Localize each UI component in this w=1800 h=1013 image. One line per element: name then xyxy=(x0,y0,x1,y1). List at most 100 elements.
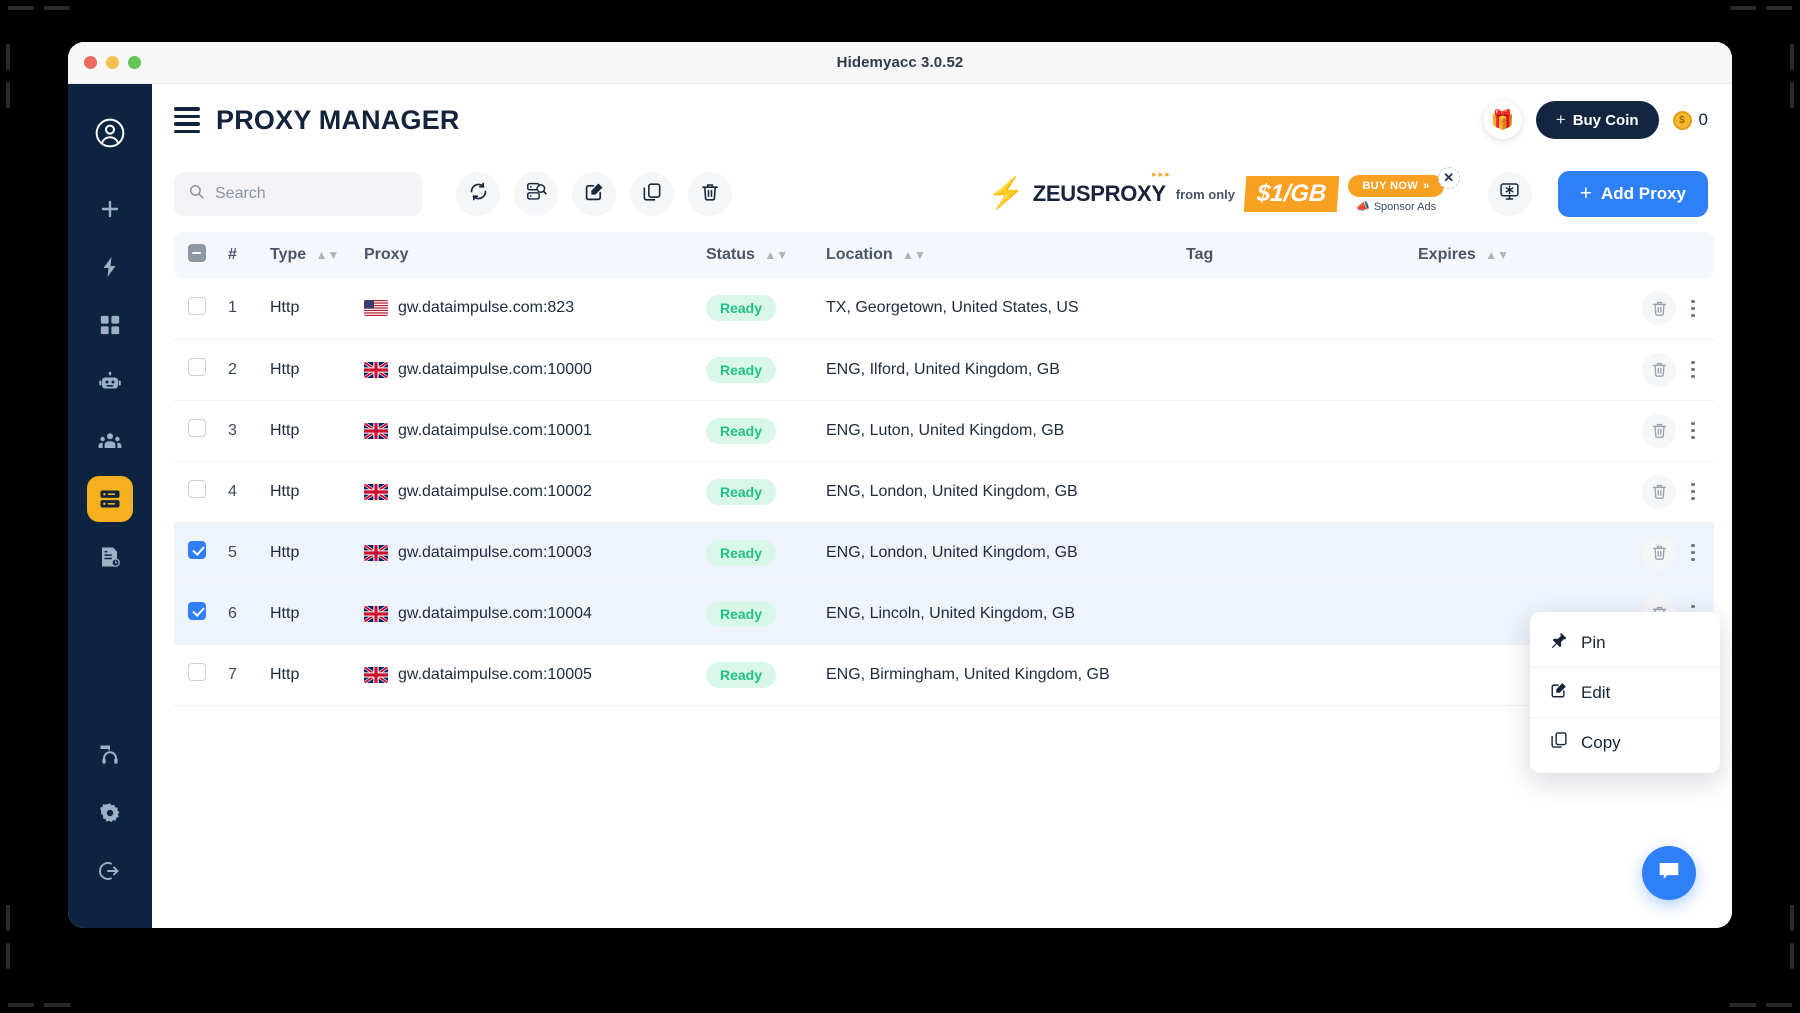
gear-icon xyxy=(98,801,122,825)
row-checkbox[interactable] xyxy=(188,358,206,376)
copy-button[interactable] xyxy=(630,172,674,216)
row-type: Http xyxy=(270,604,300,622)
row-location: ENG, London, United Kingdom, GB xyxy=(826,543,1078,561)
row-checkbox[interactable] xyxy=(188,480,206,498)
row-expires xyxy=(1414,339,1594,400)
row-delete-button[interactable] xyxy=(1642,291,1676,326)
context-menu-item-copy[interactable]: Copy xyxy=(1530,717,1720,767)
row-expires xyxy=(1414,522,1594,583)
ad-cta-group: BUY NOW » 📣 Sponsor Ads xyxy=(1348,175,1444,213)
row-context-menu[interactable]: Pin Edit Copy xyxy=(1530,612,1720,773)
row-tag xyxy=(1182,522,1414,583)
search-icon xyxy=(188,183,205,205)
table-row[interactable]: 3 Http gw.dataimpulse.com:10001 Ready ENG, L… xyxy=(174,400,1714,461)
search-box[interactable] xyxy=(174,172,422,216)
monitor-settings-icon xyxy=(1499,181,1520,207)
grid-icon xyxy=(99,314,121,336)
status-badge: Ready xyxy=(706,417,777,444)
flag-gb-icon xyxy=(364,362,388,378)
refresh-button[interactable] xyxy=(456,172,500,216)
ad-close-button[interactable]: ✕ xyxy=(1437,167,1460,189)
header-actions xyxy=(1594,232,1714,278)
row-more-menu-button[interactable] xyxy=(1680,353,1706,387)
coin-count: 0 xyxy=(1698,110,1708,129)
row-number: 7 xyxy=(228,665,237,683)
delete-button[interactable] xyxy=(688,172,732,216)
buy-coin-button[interactable]: + Buy Coin xyxy=(1535,101,1659,139)
sort-icon: ▲▼ xyxy=(315,248,340,262)
trash-icon xyxy=(700,182,720,207)
people-icon xyxy=(98,429,122,453)
sponsor-ad-banner[interactable]: ⚡ ZEUSPROXY ▸▸▸ from only $1/GB BUY NOW … xyxy=(987,167,1460,213)
row-delete-button[interactable] xyxy=(1642,474,1676,509)
row-type: Http xyxy=(270,482,300,500)
ad-buy-now-button[interactable]: BUY NOW » xyxy=(1348,175,1444,197)
row-more-menu-button[interactable] xyxy=(1680,475,1706,509)
table-row[interactable]: 4 Http gw.dataimpulse.com:10002 Ready ENG, L… xyxy=(174,461,1714,522)
search-input[interactable] xyxy=(215,185,408,203)
row-delete-button[interactable] xyxy=(1642,352,1676,387)
header-location-label: Location xyxy=(826,246,893,263)
sidebar-item-support[interactable] xyxy=(87,732,133,778)
table-row[interactable]: 5 Http gw.dataimpulse.com:10003 Ready ENG, L… xyxy=(174,522,1714,583)
chat-support-button[interactable] xyxy=(1642,846,1696,900)
row-more-menu-button[interactable] xyxy=(1680,414,1706,448)
sidebar-item-automation[interactable] xyxy=(87,360,133,406)
lightning-icon xyxy=(98,255,122,279)
sidebar-item-proxy-manager[interactable] xyxy=(87,476,133,522)
row-type: Http xyxy=(270,543,300,561)
row-checkbox[interactable] xyxy=(188,541,206,559)
row-delete-button[interactable] xyxy=(1642,413,1676,448)
header-status[interactable]: Status ▲▼ xyxy=(702,232,822,278)
coin-balance[interactable]: $ 0 xyxy=(1672,110,1708,130)
table-head: # Type ▲▼ Proxy Status ▲▼ Location ▲▼ Ta… xyxy=(174,232,1714,278)
sidebar-item-quick-launch[interactable] xyxy=(87,244,133,290)
sidebar-item-logs[interactable] xyxy=(87,534,133,580)
edit-button[interactable] xyxy=(572,172,616,216)
proxy-table: # Type ▲▼ Proxy Status ▲▼ Location ▲▼ Ta… xyxy=(174,232,1714,706)
row-proxy-address: gw.dataimpulse.com:10004 xyxy=(398,604,592,622)
header-select-all-cell xyxy=(174,232,224,278)
row-checkbox[interactable] xyxy=(188,663,206,681)
sidebar-item-profiles[interactable] xyxy=(87,302,133,348)
sidebar-item-settings[interactable] xyxy=(87,790,133,836)
proxy-settings-button[interactable] xyxy=(1487,172,1532,216)
row-more-menu-button[interactable] xyxy=(1680,536,1706,570)
gift-icon[interactable]: 🎁 xyxy=(1483,101,1522,139)
sidebar-item-team[interactable] xyxy=(87,418,133,464)
hamburger-icon[interactable] xyxy=(174,107,200,133)
row-location: ENG, Lincoln, United Kingdom, GB xyxy=(826,604,1076,622)
select-all-checkbox[interactable] xyxy=(188,243,206,262)
header-location[interactable]: Location ▲▼ xyxy=(822,232,1182,278)
row-proxy-address: gw.dataimpulse.com:823 xyxy=(398,299,575,317)
status-badge: Ready xyxy=(706,539,777,566)
row-checkbox[interactable] xyxy=(188,296,206,315)
row-proxy-cell: gw.dataimpulse.com:10004 xyxy=(360,583,702,644)
row-more-menu-button[interactable] xyxy=(1680,291,1706,325)
row-checkbox[interactable] xyxy=(188,419,206,437)
table-row[interactable]: 2 Http gw.dataimpulse.com:10000 Ready ENG, I… xyxy=(174,339,1714,400)
sidebar-item-new-profile[interactable] xyxy=(87,186,133,232)
sidebar-item-logout[interactable] xyxy=(87,848,133,894)
row-proxy-address: gw.dataimpulse.com:10000 xyxy=(398,360,592,378)
context-menu-item-edit[interactable]: Edit xyxy=(1530,667,1720,717)
row-checkbox[interactable] xyxy=(188,602,206,620)
header-type[interactable]: Type ▲▼ xyxy=(266,232,360,278)
header-expires[interactable]: Expires ▲▼ xyxy=(1414,232,1594,278)
plus-icon xyxy=(98,197,122,221)
row-status-cell: Ready xyxy=(702,644,822,705)
table-row[interactable]: 1 Http gw.dataimpulse.com:823 Ready TX, Geor… xyxy=(174,278,1714,339)
table-row[interactable]: 6 Http gw.dataimpulse.com:10004 Ready ENG, L… xyxy=(174,583,1714,644)
check-proxy-button[interactable] xyxy=(514,172,558,216)
table-row[interactable]: 7 Http gw.dataimpulse.com:10005 Ready ENG, B… xyxy=(174,644,1714,705)
megaphone-icon: 📣 xyxy=(1356,201,1370,213)
row-delete-button[interactable] xyxy=(1642,535,1676,570)
row-select-cell xyxy=(174,522,224,583)
sidebar-item-account[interactable] xyxy=(87,110,133,156)
row-proxy-cell: gw.dataimpulse.com:10002 xyxy=(360,461,702,522)
row-type: Http xyxy=(270,421,300,439)
add-proxy-button[interactable]: + Add Proxy xyxy=(1557,171,1708,217)
flag-gb-icon xyxy=(364,606,388,622)
context-menu-item-pin[interactable]: Pin xyxy=(1530,618,1720,667)
screenshot-stage: Hidemyacc 3.0.52 PROXY MANAGER 🎁 + Buy C… xyxy=(0,0,1800,1013)
